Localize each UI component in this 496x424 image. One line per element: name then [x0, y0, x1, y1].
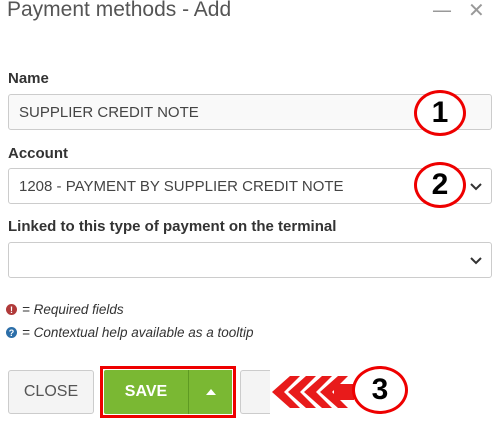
help-icon: ?: [6, 327, 17, 338]
arrow-left-icon: [272, 376, 354, 408]
chevron-down-icon: [469, 253, 483, 267]
name-value: SUPPLIER CREDIT NOTE: [19, 103, 199, 121]
close-button[interactable]: CLOSE: [8, 370, 94, 414]
close-icon[interactable]: ✕: [468, 0, 485, 22]
required-icon: !: [6, 304, 17, 315]
minimize-icon[interactable]: —: [432, 0, 452, 22]
contextual-help-note: ? = Contextual help available as a toolt…: [6, 325, 254, 340]
linked-terminal-select[interactable]: [8, 242, 492, 278]
annotation-badge-3: 3: [352, 366, 408, 414]
annotation-badge-2: 2: [414, 162, 466, 208]
required-fields-text: = Required fields: [22, 302, 124, 317]
account-value: 1208 - PAYMENT BY SUPPLIER CREDIT NOTE: [19, 177, 344, 195]
name-label: Name: [8, 70, 49, 87]
required-fields-note: ! = Required fields: [6, 302, 124, 317]
save-options-button[interactable]: [188, 370, 232, 414]
account-label: Account: [8, 145, 68, 162]
secondary-button[interactable]: [240, 370, 270, 414]
contextual-help-text: = Contextual help available as a tooltip: [22, 325, 254, 340]
chevron-down-icon: [469, 179, 483, 193]
annotation-badge-1: 1: [414, 90, 466, 136]
dialog-title: Payment methods - Add: [7, 0, 232, 21]
save-button[interactable]: SAVE: [104, 370, 188, 414]
caret-up-icon: [205, 389, 216, 395]
linked-terminal-label: Linked to this type of payment on the te…: [8, 218, 337, 235]
